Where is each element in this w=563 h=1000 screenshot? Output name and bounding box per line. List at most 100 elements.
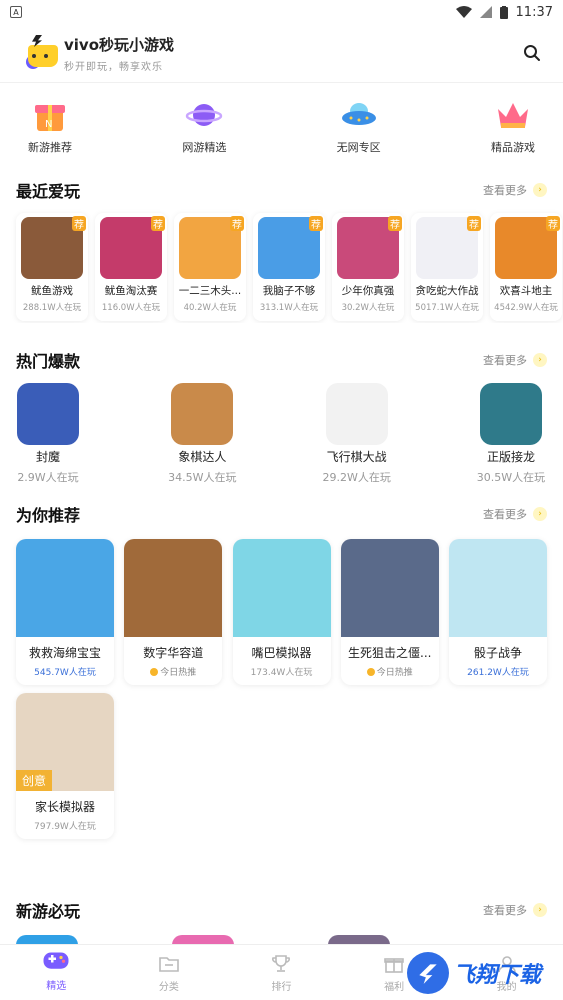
player-count: 288.1W人在玩 xyxy=(22,303,82,313)
more-label: 查看更多 xyxy=(483,508,527,521)
tab-label-rewards: 福利 xyxy=(384,982,405,993)
more-link-hot[interactable]: 查看更多 › xyxy=(483,352,547,368)
game-name: 贪吃蛇大作战 xyxy=(415,285,479,297)
battery-icon xyxy=(499,5,508,19)
watermark: 飞翔下载 xyxy=(407,948,557,998)
recent-game-card[interactable]: 荐 鱿鱼游戏 288.1W人在玩 xyxy=(16,213,88,321)
app-header: vivo秒玩小游戏 秒开即玩，畅享欢乐 xyxy=(0,24,563,82)
gift-icon xyxy=(384,958,404,973)
hot-game-item[interactable]: 飞行棋大战 29.2W人在玩 xyxy=(317,383,397,485)
hot-games-list: 封魔 2.9W人在玩 象棋达人 34.5W人在玩 飞行棋大战 29.2W人在玩 … xyxy=(0,373,563,485)
more-link-rec[interactable]: 查看更多 › xyxy=(483,506,547,522)
hot-game-item[interactable]: 封魔 2.9W人在玩 xyxy=(8,383,88,485)
player-count: 今日热推 xyxy=(150,665,196,678)
quick-label-new-games: 新游推荐 xyxy=(28,141,72,154)
more-label: 查看更多 xyxy=(483,184,527,197)
player-count: 4542.9W人在玩 xyxy=(494,303,558,313)
player-count-text: 261.2W人在玩 xyxy=(467,668,529,678)
recent-game-card[interactable]: 荐 少年你真强 30.2W人在玩 xyxy=(332,213,404,321)
quick-item-new-games[interactable]: N 新游推荐 xyxy=(10,97,90,161)
quick-item-offline-games[interactable]: 无网专区 xyxy=(319,97,399,161)
quick-label-premium-games: 精品游戏 xyxy=(490,141,535,154)
recent-game-card[interactable]: 荐 一二三木头... 40.2W人在玩 xyxy=(174,213,246,321)
player-count: 34.5W人在玩 xyxy=(168,471,237,484)
recent-games-list: 荐 鱿鱼游戏 288.1W人在玩 荐 鱿鱼淘汰赛 116.0W人在玩 荐 一二三… xyxy=(0,203,563,323)
section-rec-header: 为你推荐 查看更多 › xyxy=(0,501,563,527)
gamepad-icon xyxy=(43,952,69,969)
game-name: 家长模拟器 xyxy=(34,800,95,814)
player-count: 173.4W人在玩 xyxy=(251,665,313,678)
recent-game-card[interactable]: 荐 欢喜斗地主 4542.9W人在玩 xyxy=(490,213,562,321)
section-new-header: 新游必玩 查看更多 › xyxy=(0,897,563,923)
game-name: 嘴巴模拟器 xyxy=(251,646,312,660)
status-time: 11:37 xyxy=(515,4,553,20)
recommended-game-card[interactable]: 生死狙击之僵... 今日热推 xyxy=(340,539,439,685)
tab-label-category: 分类 xyxy=(158,982,179,993)
recommended-game-card[interactable]: 救救海绵宝宝 545.7W人在玩 xyxy=(16,539,114,685)
recommend-badge: 荐 xyxy=(230,216,244,231)
quick-label-online-games: 网游精选 xyxy=(182,141,227,154)
game-name: 封魔 xyxy=(35,450,60,464)
player-count-text: 797.9W人在玩 xyxy=(34,822,96,832)
quick-item-online-games[interactable]: 网游精选 xyxy=(164,97,244,161)
player-count: 40.2W人在玩 xyxy=(183,303,237,313)
recommended-game-card[interactable]: 嘴巴模拟器 173.4W人在玩 xyxy=(232,539,331,685)
player-count-text: 545.7W人在玩 xyxy=(34,668,96,678)
game-name: 象棋达人 xyxy=(178,450,227,464)
player-count: 545.7W人在玩 xyxy=(34,665,96,678)
player-count: 30.2W人在玩 xyxy=(341,303,395,313)
section-recent-header: 最近爱玩 查看更多 › xyxy=(0,177,563,203)
player-count: 797.9W人在玩 xyxy=(34,819,96,832)
quick-item-premium-games[interactable]: 精品游戏 xyxy=(473,97,553,161)
player-count: 30.5W人在玩 xyxy=(476,471,546,484)
recent-game-card[interactable]: 荐 我脑子不够 313.1W人在玩 xyxy=(253,213,325,321)
player-count: 116.0W人在玩 xyxy=(101,303,161,313)
signal-icon xyxy=(479,6,492,18)
crown-icon xyxy=(497,103,528,128)
game-thumbnail xyxy=(340,539,439,637)
tab-label-featured: 精选 xyxy=(46,981,67,992)
svg-text:N: N xyxy=(45,119,52,130)
search-icon[interactable] xyxy=(523,44,541,62)
more-link-recent[interactable]: 查看更多 › xyxy=(483,182,547,198)
recommend-badge: 荐 xyxy=(151,216,165,231)
player-count: 5017.1W人在玩 xyxy=(415,303,479,313)
tab-featured[interactable]: 精选 xyxy=(16,952,96,992)
chevron-right-icon: › xyxy=(533,353,547,367)
game-name: 鱿鱼淘汰赛 xyxy=(104,285,158,297)
section-title-recent: 最近爱玩 xyxy=(16,182,81,201)
game-name: 正版接龙 xyxy=(486,450,535,464)
section-hot-header: 热门爆款 查看更多 › xyxy=(0,347,563,373)
game-thumbnail xyxy=(479,383,542,445)
game-name: 骰子战争 xyxy=(473,646,522,660)
game-thumbnail xyxy=(17,383,79,445)
game-thumbnail xyxy=(325,383,388,445)
chevron-right-icon: › xyxy=(533,507,547,521)
more-label: 查看更多 xyxy=(483,904,527,917)
more-link-new[interactable]: 查看更多 › xyxy=(483,902,547,918)
quick-label-offline-games: 无网专区 xyxy=(336,141,381,154)
trophy-icon xyxy=(272,955,291,972)
watermark-logo-icon xyxy=(407,952,449,994)
hot-game-item[interactable]: 象棋达人 34.5W人在玩 xyxy=(162,383,242,485)
game-thumbnail xyxy=(449,539,547,637)
section-title-new: 新游必玩 xyxy=(16,902,81,921)
status-bar: A 11:37 xyxy=(0,0,563,24)
recent-game-card[interactable]: 荐 鱿鱼淘汰赛 116.0W人在玩 xyxy=(95,213,167,321)
game-name: 我脑子不够 xyxy=(262,285,316,297)
tab-category[interactable]: 分类 xyxy=(129,952,209,993)
game-name: 生死狙击之僵... xyxy=(348,646,432,660)
game-name: 数字华容道 xyxy=(143,646,204,660)
recommended-game-card[interactable]: 数字华容道 今日热推 xyxy=(124,539,223,685)
notification-icon: A xyxy=(10,6,22,18)
more-label: 查看更多 xyxy=(483,354,527,367)
game-name: 飞行棋大战 xyxy=(326,450,387,464)
tab-ranking[interactable]: 排行 xyxy=(241,952,321,993)
hot-game-item[interactable]: 正版接龙 30.5W人在玩 xyxy=(471,383,551,485)
recommended-game-card[interactable]: 骰子战争 261.2W人在玩 xyxy=(449,539,547,685)
chevron-right-icon: › xyxy=(533,183,547,197)
game-name: 一二三木头... xyxy=(178,285,242,297)
recommend-badge: 荐 xyxy=(309,216,323,231)
recent-game-card[interactable]: 荐 贪吃蛇大作战 5017.1W人在玩 xyxy=(411,213,483,321)
recommended-game-card[interactable]: 创意 家长模拟器 797.9W人在玩 xyxy=(16,693,114,839)
